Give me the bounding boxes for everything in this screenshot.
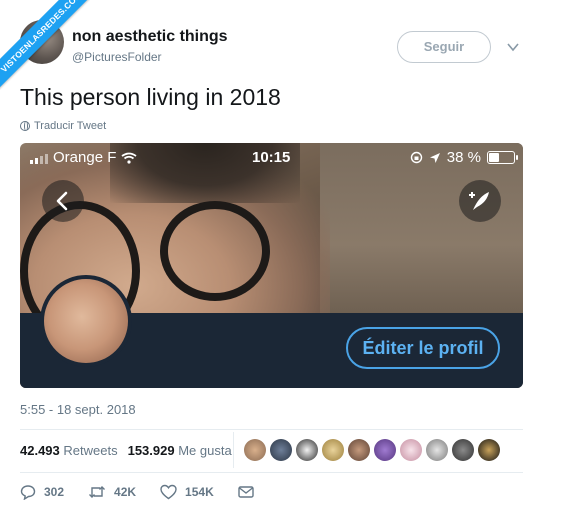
tweet-media-image[interactable]: Orange F 10:15 38 % Éditer le profil [20,143,523,388]
envelope-icon [238,486,254,498]
liker-avatars [244,439,500,461]
edit-profile-button[interactable]: Éditer le profil [346,327,500,369]
battery-percent: 38 % [446,149,481,166]
orientation-lock-icon [410,151,422,164]
tweet-timestamp[interactable]: 5:55 - 18 sept. 2018 [20,402,136,417]
battery-icon [487,151,518,164]
compose-feather-icon [469,192,489,210]
divider [20,472,523,473]
liker-avatar[interactable] [426,439,448,461]
liker-avatar[interactable] [374,439,396,461]
battery-group: 38 % [410,149,518,166]
liker-avatar[interactable] [400,439,422,461]
tweet-actions: 302 42K 154K [20,484,278,500]
author-display-name[interactable]: non aesthetic things [72,28,228,46]
watermark-ribbon: VISTOENLASREDES.COM [0,0,90,90]
location-icon [429,152,440,163]
back-button[interactable] [42,180,84,222]
translate-label: Traducir Tweet [34,120,107,132]
direct-message-button[interactable] [238,485,254,499]
globe-icon [20,121,30,131]
signal-icon [30,152,48,164]
liker-avatar[interactable] [244,439,266,461]
liker-avatar[interactable] [322,439,344,461]
retweet-stat-label: Retweets [63,443,118,458]
retweet-button[interactable]: 42K [88,484,136,500]
status-time: 10:15 [252,149,291,166]
like-stat[interactable]: 153.929 Me gusta [128,443,232,458]
wifi-icon [121,152,137,164]
follow-button[interactable]: Seguir [397,31,491,63]
chevron-down-icon[interactable] [506,40,520,54]
translate-tweet-link[interactable]: Traducir Tweet [20,120,106,132]
carrier-name: Orange F [53,149,117,166]
phone-status-bar: Orange F 10:15 38 % [20,149,523,169]
liker-avatar[interactable] [296,439,318,461]
like-action-count: 154K [185,485,214,499]
liker-avatar[interactable] [478,439,500,461]
divider [20,429,523,430]
profile-picture[interactable] [40,275,132,367]
heart-icon [160,484,177,500]
retweet-stat[interactable]: 42.493 Retweets [20,443,118,458]
tweet-card: VISTOENLASREDES.COM non aesthetic things… [0,0,562,526]
like-button[interactable]: 154K [160,484,214,500]
retweet-icon [89,486,106,498]
like-stat-label: Me gusta [178,443,232,458]
stats-separator [233,432,234,468]
battery-fill [489,153,499,162]
reply-count: 302 [44,485,65,499]
retweet-action-count: 42K [114,485,137,499]
compose-tweet-button[interactable] [459,180,501,222]
chevron-left-icon [56,191,68,211]
liker-avatar[interactable] [270,439,292,461]
retweet-count: 42.493 [20,443,60,458]
watermark-text: VISTOENLASREDES.COM [0,0,90,90]
photo-glasses-right [160,201,270,301]
carrier-group: Orange F [30,149,137,166]
like-count: 153.929 [127,443,175,458]
liker-avatar[interactable] [348,439,370,461]
reply-button[interactable]: 302 [20,484,64,500]
reply-icon [20,485,36,500]
tweet-stats: 42.493 Retweets 153.929 Me gusta [20,443,232,458]
liker-avatar[interactable] [452,439,474,461]
